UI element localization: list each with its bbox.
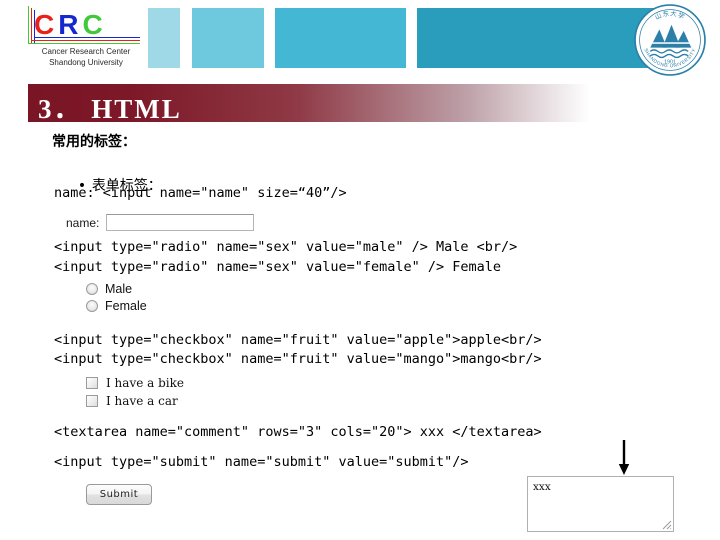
header-color-block-3 <box>275 8 406 68</box>
checkbox-label-car: I have a car <box>106 394 178 408</box>
radio-row-male[interactable]: Male <box>86 282 132 296</box>
checkbox-bike-icon[interactable] <box>86 377 98 389</box>
name-field-label: name: <box>66 215 100 230</box>
logo-vrule-red <box>31 8 32 44</box>
shandong-university-seal-icon: 山东大学 SHANDONG UNIVERSITY 1901 <box>634 4 706 76</box>
header-banner: CRC Cancer Research Center Shandong Univ… <box>0 0 720 80</box>
crc-letter-c1: C <box>34 9 59 40</box>
checkbox-car-icon[interactable] <box>86 395 98 407</box>
name-input[interactable] <box>106 214 255 231</box>
code-line-name-input: name: <input name="name" size=“40”/> <box>54 185 347 201</box>
header-color-block-2 <box>192 8 264 68</box>
page-title: 3． HTML <box>38 94 182 124</box>
code-line-checkbox-mango: <input type="checkbox" name="fruit" valu… <box>54 351 542 367</box>
crc-logo-letters: CRC <box>34 8 107 42</box>
crc-subtitle-line1: Cancer Research Center <box>41 47 131 56</box>
code-line-checkbox-apple: <input type="checkbox" name="fruit" valu… <box>54 332 542 348</box>
checkbox-row-car[interactable]: I have a car <box>86 394 178 408</box>
checkbox-row-bike[interactable]: I have a bike <box>86 376 184 390</box>
code-line-textarea: <textarea name="comment" rows="3" cols="… <box>54 424 542 440</box>
code-line-submit: <input type="submit" name="submit" value… <box>54 454 469 470</box>
radio-label-male: Male <box>105 282 133 296</box>
logo-vrule-green <box>28 6 29 44</box>
submit-button[interactable]: Submit <box>86 484 152 505</box>
radio-button-male-icon[interactable] <box>86 283 98 295</box>
code-line-radio-female: <input type="radio" name="sex" value="fe… <box>54 259 502 275</box>
crc-letter-c2: C <box>82 9 107 40</box>
logo-hrule-green <box>28 43 140 44</box>
crc-logo-subtitle: Cancer Research Center Shandong Universi… <box>22 46 150 68</box>
code-line-radio-male: <input type="radio" name="sex" value="ma… <box>54 239 518 255</box>
comment-textarea[interactable] <box>527 476 674 532</box>
radio-label-female: Female <box>105 299 147 313</box>
checkbox-label-bike: I have a bike <box>106 376 184 390</box>
radio-row-female[interactable]: Female <box>86 299 147 313</box>
textarea-resize-grip-icon[interactable] <box>662 520 672 530</box>
radio-button-female-icon[interactable] <box>86 300 98 312</box>
slide-title-bar: 3． HTML <box>28 84 590 124</box>
crc-letter-r: R <box>58 9 83 40</box>
crc-subtitle-line2: Shandong University <box>49 58 123 67</box>
slide-body: 常用的标签： • 表单标签： name: <input name="name" s… <box>0 122 720 540</box>
header-color-block-1 <box>148 8 180 68</box>
section-heading: 常用的标签： <box>52 134 136 150</box>
crc-logo: CRC Cancer Research Center Shandong Univ… <box>22 6 150 74</box>
arrow-down-icon <box>618 440 630 475</box>
name-field-row: name: <box>66 214 255 231</box>
seal-year: 1901 <box>664 60 676 66</box>
